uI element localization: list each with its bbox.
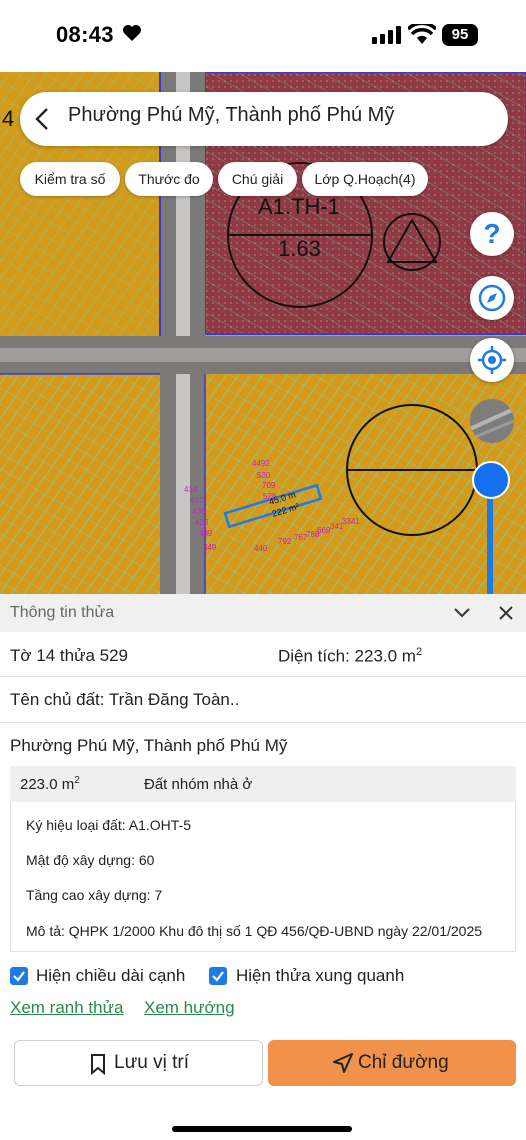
parcel-number: 437 (190, 496, 204, 505)
parcel-number: 341 (330, 522, 344, 531)
opacity-slider-track[interactable] (487, 490, 493, 594)
parcel-number: 530 (257, 471, 271, 480)
owner-name: Tên chủ đất: Trần Đăng Toàn.. (10, 690, 240, 709)
home-indicator[interactable] (172, 1126, 352, 1132)
parcel-number: 440 (254, 544, 268, 553)
bookmark-icon (91, 1054, 105, 1075)
parcel-area: Diện tích: 223.0 m2 (278, 646, 422, 667)
zone-symbol: Ký hiệu loại đất: A1.OHT-5 (26, 817, 191, 833)
satellite-layer-button[interactable] (470, 399, 514, 443)
parcel-number: 528 (263, 492, 277, 501)
parcel-number: 414 (184, 485, 198, 494)
checkmark-icon (212, 971, 224, 982)
parcel-address: Phường Phú Mỹ, Thành phố Phú Mỹ (10, 736, 288, 755)
sheet-parcel-number: Tờ 14 thửa 529 (10, 646, 128, 665)
map-view[interactable]: A1.TH-1 1.63 45.0 m 222 m² 4492 530 709 … (0, 72, 526, 594)
status-time: 08:43 (56, 22, 114, 47)
area-unit-superscript: 2 (415, 646, 423, 658)
close-icon[interactable] (497, 604, 515, 622)
neighbors-label[interactable]: Hiện thửa xung quanh (236, 966, 404, 986)
parcel-number: 792 (278, 537, 292, 546)
divider (0, 676, 526, 677)
zone-floor-height: Tầng cao xây dựng: 7 (26, 887, 163, 903)
save-location-label: Lưu vị trí (114, 1052, 190, 1073)
map-canvas: A1.TH-1 1.63 45.0 m 222 m² 4492 530 709 … (0, 72, 526, 594)
chip-check-number[interactable]: Kiểm tra số (20, 162, 120, 196)
zone-land-type: Đất nhóm nhà ở (144, 776, 253, 793)
send-arrow-icon (333, 1053, 353, 1073)
help-button[interactable]: ? (470, 212, 514, 256)
cellular-signal-icon (372, 26, 401, 44)
location-title: Phường Phú Mỹ, Thành phố Phú Mỹ (68, 104, 395, 126)
edge-length-checkbox[interactable] (10, 967, 28, 985)
wifi-icon (408, 24, 436, 44)
chevron-down-icon[interactable] (452, 604, 472, 622)
zone-description: Mô tả: QHPK 1/2000 Khu đô thị số 1 QĐ 45… (26, 923, 483, 939)
divider (0, 722, 526, 723)
zone-density-label: 1.63 (278, 236, 321, 261)
satellite-thumbnail-icon (470, 399, 514, 443)
zone-code-label: A1.TH-1 (258, 194, 340, 219)
map-edge-label: 4 (2, 106, 14, 131)
my-location-button[interactable] (470, 338, 514, 382)
view-direction-link[interactable]: Xem hướng (144, 998, 235, 1018)
parcel-number: 3341 (342, 517, 360, 526)
neighbors-checkbox[interactable] (209, 967, 227, 985)
parcel-number: 439 (199, 529, 213, 538)
battery-indicator: 95 (442, 24, 478, 46)
parcel-number: 4492 (252, 459, 270, 468)
zone-building-density: Mật độ xây dựng: 60 (26, 852, 155, 868)
parcel-number: 449 (203, 543, 217, 552)
chip-planning-layer[interactable]: Lớp Q.Hoạch(4) (302, 162, 428, 196)
directions-label: Chỉ đường (358, 1052, 449, 1073)
parcel-number: 438 (195, 518, 209, 527)
chip-measure[interactable]: Thước đo (125, 162, 213, 196)
opacity-slider-knob[interactable] (472, 461, 510, 499)
parcel-area-value: Diện tích: 223.0 m (278, 646, 416, 666)
crosshair-icon (478, 346, 506, 374)
status-bar: 08:43 95 (0, 0, 526, 72)
view-boundary-link[interactable]: Xem ranh thửa (10, 998, 123, 1018)
question-icon: ? (483, 218, 501, 249)
zone-area-value: 223.0 m (20, 776, 75, 793)
parcel-number: 709 (262, 481, 276, 490)
parcel-number: 669 (317, 526, 331, 535)
zone-area-unit-superscript: 2 (74, 775, 80, 786)
zone-area: 223.0 m2 (20, 775, 80, 793)
zoning-info-header (10, 766, 516, 802)
heart-icon (123, 25, 141, 41)
compass-icon (478, 284, 506, 312)
edge-length-label[interactable]: Hiện chiều dài cạnh (36, 966, 185, 986)
compass-button[interactable] (470, 276, 514, 320)
back-chevron-icon[interactable] (32, 106, 54, 132)
checkmark-icon (13, 971, 25, 982)
panel-title: Thông tin thửa (10, 604, 115, 621)
chip-legend[interactable]: Chú giải (218, 162, 297, 196)
parcel-number: 436 (192, 507, 206, 516)
